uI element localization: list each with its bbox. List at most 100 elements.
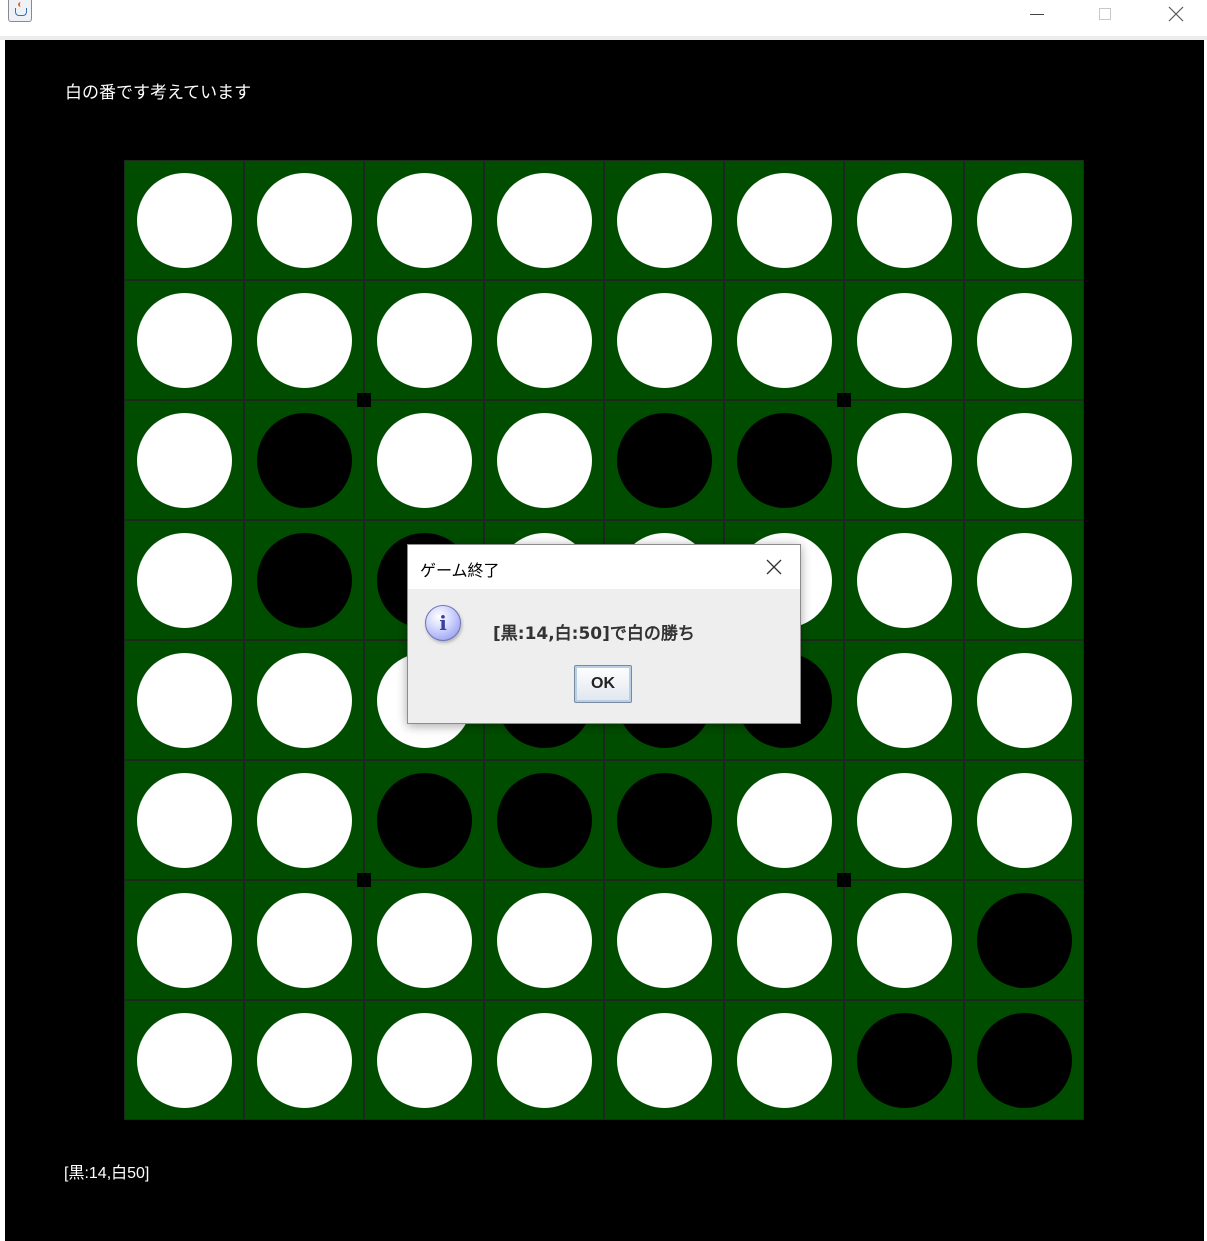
- board-cell[interactable]: [964, 760, 1084, 880]
- board-cell[interactable]: [844, 400, 964, 520]
- white-disc: [857, 413, 952, 508]
- board-cell[interactable]: [844, 160, 964, 280]
- board-cell[interactable]: [124, 880, 244, 1000]
- white-disc: [617, 1013, 712, 1108]
- close-button[interactable]: [1153, 0, 1199, 28]
- board-cell[interactable]: [964, 400, 1084, 520]
- white-disc: [257, 773, 352, 868]
- board-cell[interactable]: [844, 520, 964, 640]
- board-cell[interactable]: [604, 400, 724, 520]
- white-disc: [137, 173, 232, 268]
- board-cell[interactable]: [124, 160, 244, 280]
- board-cell[interactable]: [964, 280, 1084, 400]
- board-cell[interactable]: [124, 760, 244, 880]
- board-cell[interactable]: [844, 640, 964, 760]
- board-cell[interactable]: [124, 520, 244, 640]
- white-disc: [137, 653, 232, 748]
- dialog-message: [黒:14,白:50]で白の勝ち: [493, 624, 695, 644]
- board-cell[interactable]: [364, 160, 484, 280]
- white-disc: [257, 293, 352, 388]
- white-disc: [737, 893, 832, 988]
- black-disc: [857, 1013, 952, 1108]
- board-star-point: [357, 393, 371, 407]
- board-cell[interactable]: [244, 1000, 364, 1120]
- board-cell[interactable]: [244, 400, 364, 520]
- maximize-icon: [1099, 8, 1111, 20]
- white-disc: [137, 1013, 232, 1108]
- white-disc: [617, 173, 712, 268]
- white-disc: [137, 893, 232, 988]
- board-cell[interactable]: [244, 760, 364, 880]
- board-cell[interactable]: [484, 1000, 604, 1120]
- board-cell[interactable]: [844, 280, 964, 400]
- white-disc: [977, 533, 1072, 628]
- white-disc: [257, 893, 352, 988]
- board-cell[interactable]: [964, 520, 1084, 640]
- board-cell[interactable]: [244, 280, 364, 400]
- white-disc: [497, 1013, 592, 1108]
- board-cell[interactable]: [604, 1000, 724, 1120]
- minimize-icon: [1030, 13, 1044, 15]
- close-icon: [766, 559, 782, 575]
- board-cell[interactable]: [484, 160, 604, 280]
- board-cell[interactable]: [364, 400, 484, 520]
- board-cell[interactable]: [724, 160, 844, 280]
- board-star-point: [837, 873, 851, 887]
- minimize-button[interactable]: [1014, 0, 1060, 28]
- white-disc: [737, 173, 832, 268]
- board-cell[interactable]: [124, 280, 244, 400]
- board-cell[interactable]: [484, 760, 604, 880]
- board-cell[interactable]: [604, 760, 724, 880]
- info-icon: i: [425, 605, 461, 641]
- board-cell[interactable]: [844, 760, 964, 880]
- black-disc: [617, 773, 712, 868]
- dialog-title: ゲーム終了: [420, 561, 500, 580]
- board-cell[interactable]: [724, 280, 844, 400]
- white-disc: [977, 773, 1072, 868]
- maximize-button[interactable]: [1082, 0, 1128, 28]
- board-cell[interactable]: [244, 880, 364, 1000]
- white-disc: [497, 293, 592, 388]
- board-cell[interactable]: [724, 1000, 844, 1120]
- black-disc: [377, 773, 472, 868]
- board-cell[interactable]: [964, 160, 1084, 280]
- board-cell[interactable]: [124, 400, 244, 520]
- board-cell[interactable]: [724, 760, 844, 880]
- board-cell[interactable]: [604, 280, 724, 400]
- board-cell[interactable]: [964, 1000, 1084, 1120]
- white-disc: [737, 773, 832, 868]
- board-cell[interactable]: [484, 880, 604, 1000]
- board-cell[interactable]: [364, 760, 484, 880]
- board-cell[interactable]: [364, 880, 484, 1000]
- white-disc: [377, 1013, 472, 1108]
- board-cell[interactable]: [724, 880, 844, 1000]
- black-disc: [257, 413, 352, 508]
- white-disc: [137, 533, 232, 628]
- board-cell[interactable]: [124, 1000, 244, 1120]
- board-cell[interactable]: [484, 280, 604, 400]
- board-cell[interactable]: [124, 640, 244, 760]
- board-cell[interactable]: [604, 160, 724, 280]
- board-cell[interactable]: [844, 1000, 964, 1120]
- board-cell[interactable]: [724, 400, 844, 520]
- white-disc: [137, 413, 232, 508]
- black-disc: [617, 413, 712, 508]
- board-cell[interactable]: [364, 1000, 484, 1120]
- board-cell[interactable]: [364, 280, 484, 400]
- board-cell[interactable]: [604, 880, 724, 1000]
- board-cell[interactable]: [964, 880, 1084, 1000]
- board-star-point: [837, 393, 851, 407]
- board-cell[interactable]: [844, 880, 964, 1000]
- ok-button[interactable]: OK: [574, 665, 632, 703]
- white-disc: [737, 1013, 832, 1108]
- board-cell[interactable]: [244, 160, 364, 280]
- board-cell[interactable]: [244, 520, 364, 640]
- board-cell[interactable]: [964, 640, 1084, 760]
- dialog-titlebar: ゲーム終了: [408, 545, 800, 589]
- window-titlebar: [0, 0, 1207, 36]
- dialog-close-button[interactable]: [756, 551, 792, 583]
- board-cell[interactable]: [244, 640, 364, 760]
- board-cell[interactable]: [484, 400, 604, 520]
- black-disc: [977, 893, 1072, 988]
- white-disc: [857, 773, 952, 868]
